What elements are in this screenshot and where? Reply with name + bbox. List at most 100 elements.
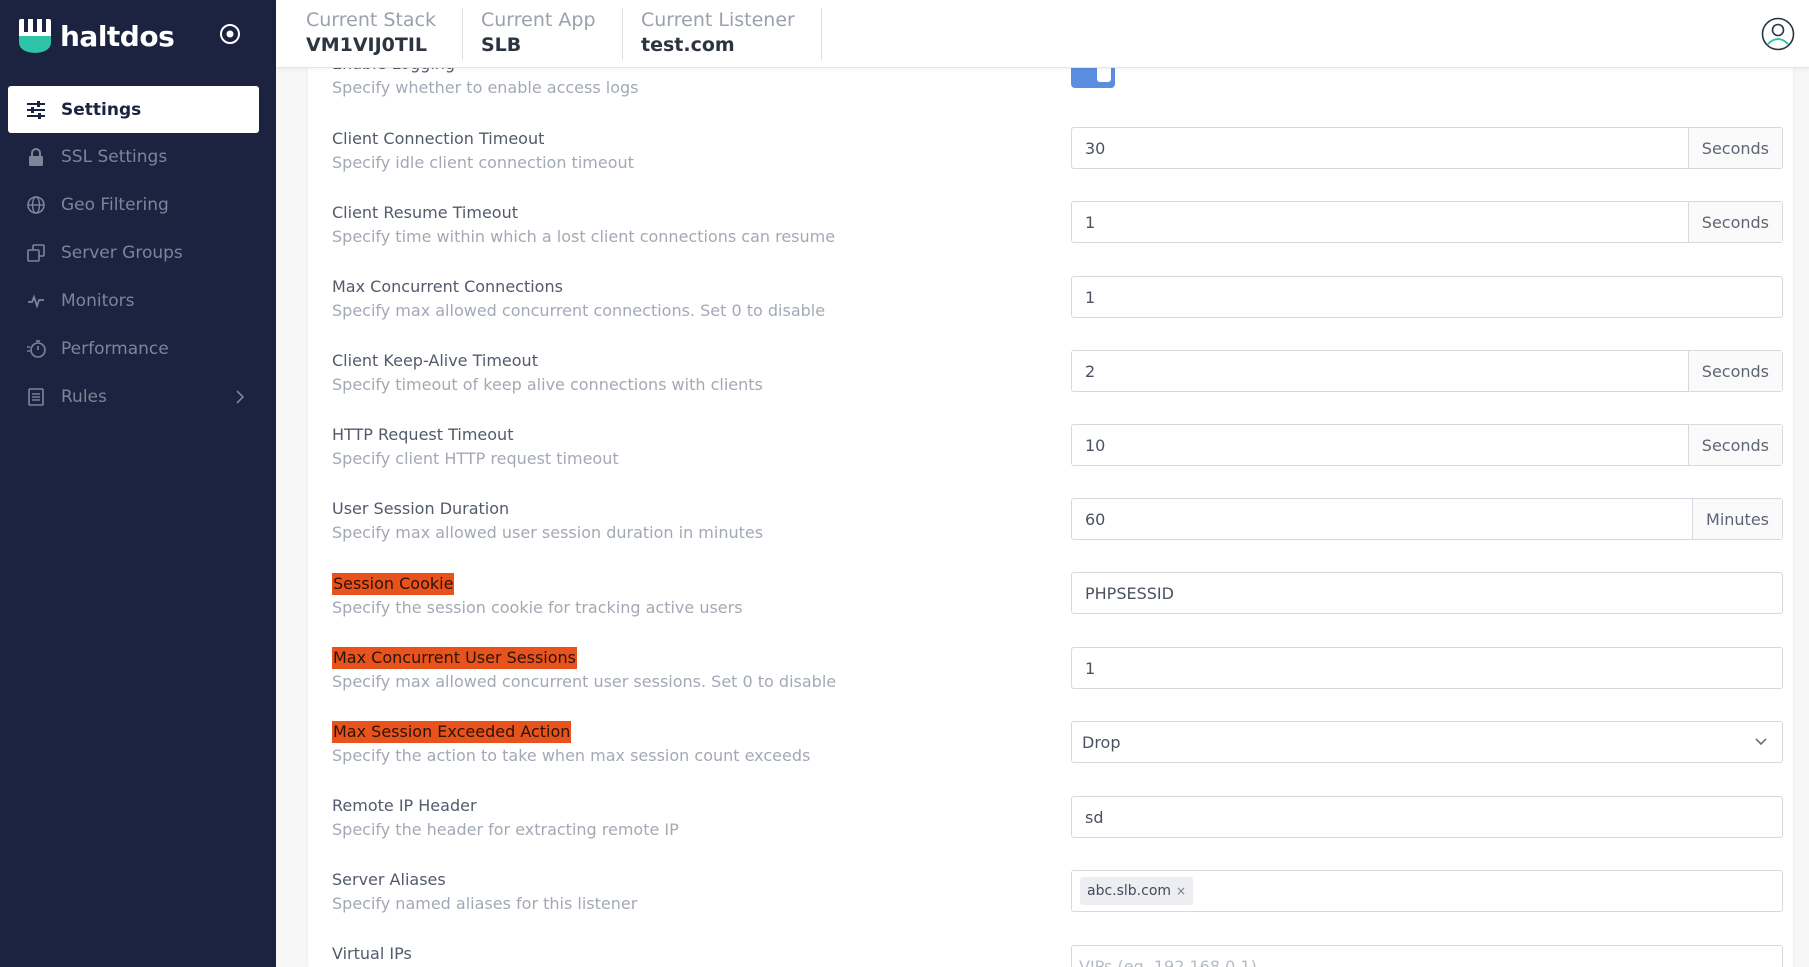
sidebar-item-geo-filtering[interactable]: Geo Filtering (8, 182, 259, 228)
lock-icon (26, 147, 46, 167)
row-desc: Specify named aliases for this listener (332, 894, 638, 913)
current-app-value: SLB (481, 34, 522, 56)
sidebar-item-server-groups[interactable]: Server Groups (8, 230, 259, 276)
unit-addon: Seconds (1687, 425, 1782, 465)
input-value: sd (1085, 807, 1104, 827)
form-row-max-concurrent-connections: Max Concurrent Connections Specify max a… (332, 276, 1783, 336)
user-session-duration-input[interactable]: 60 Minutes (1071, 498, 1783, 540)
brand[interactable]: haltdos (18, 16, 175, 56)
client-keepalive-timeout-input[interactable]: 2 Seconds (1071, 350, 1783, 392)
max-concurrent-user-sessions-input[interactable]: 1 (1071, 647, 1783, 689)
chevron-right-icon (236, 390, 245, 404)
sidebar-item-monitors[interactable]: Monitors (8, 278, 259, 324)
unit-addon: Minutes (1692, 499, 1782, 539)
form-row-remote-ip-header: Remote IP Header Specify the header for … (332, 795, 1783, 855)
client-connection-timeout-input[interactable]: 30 Seconds (1071, 127, 1783, 169)
form-row-client-resume-timeout: Client Resume Timeout Specify time withi… (332, 201, 1783, 262)
topbar: Current Stack VM1VIJ0TIL Current App SLB… (276, 0, 1809, 68)
form-row-max-concurrent-user-sessions: Max Concurrent User Sessions Specify max… (332, 647, 1783, 707)
row-label: Max Concurrent User Sessions (332, 647, 578, 669)
row-desc: Specify timeout of keep alive connection… (332, 375, 763, 394)
max-concurrent-connections-input[interactable]: 1 (1071, 276, 1783, 318)
sidebar-item-label: Server Groups (61, 243, 183, 263)
tag-label: abc.slb.com (1087, 883, 1172, 899)
http-request-timeout-input[interactable]: 10 Seconds (1071, 424, 1783, 466)
row-desc: Specify the session cookie for tracking … (332, 598, 743, 617)
current-listener[interactable]: Current Listener test.com (641, 8, 822, 60)
sidebar-item-label: Geo Filtering (61, 195, 169, 215)
current-app[interactable]: Current App SLB (481, 8, 623, 60)
settings-form: Enable Logging Specify whether to enable… (308, 0, 1793, 967)
target-icon[interactable] (218, 22, 242, 46)
client-resume-timeout-input[interactable]: 1 Seconds (1071, 201, 1783, 243)
input-value: 10 (1085, 435, 1106, 455)
row-desc: Specify max allowed concurrent connectio… (332, 301, 826, 320)
current-listener-value: test.com (641, 34, 735, 56)
current-stack[interactable]: Current Stack VM1VIJ0TIL (306, 8, 464, 60)
row-desc: Specify whether to enable access logs (332, 78, 639, 97)
row-label: Client Connection Timeout (332, 129, 545, 148)
sidebar-item-ssl-settings[interactable]: SSL Settings (8, 134, 259, 180)
select-value: Drop (1082, 732, 1121, 752)
sidebar-item-label: Rules (61, 387, 107, 407)
sidebar-item-performance[interactable]: Performance (8, 326, 259, 372)
form-row-user-session-duration: User Session Duration Specify max allowe… (332, 498, 1783, 558)
current-app-label: Current App (481, 9, 596, 31)
sidebar-item-settings[interactable]: Settings (8, 86, 259, 133)
input-placeholder: VIPs (eg. 192.168.0.1) (1079, 956, 1257, 967)
row-label: Client Keep-Alive Timeout (332, 351, 538, 370)
row-desc: Specify the header for extracting remote… (332, 820, 679, 839)
row-label: Virtual IPs (332, 944, 412, 963)
list-icon (26, 387, 46, 407)
sidebar-nav: Settings SSL Settings Geo Filtering Serv… (8, 86, 259, 422)
form-row-client-connection-timeout: Client Connection Timeout Specify idle c… (332, 127, 1783, 188)
server-aliases-tag-input[interactable]: abc.slb.com × (1071, 870, 1783, 912)
haltdos-logo-icon (19, 19, 51, 53)
form-row-max-session-exceeded-action: Max Session Exceeded Action Specify the … (332, 721, 1783, 781)
form-row-session-cookie: Session Cookie Specify the session cooki… (332, 572, 1783, 633)
remote-ip-header-input[interactable]: sd (1071, 796, 1783, 838)
form-row-client-keepalive-timeout: Client Keep-Alive Timeout Specify timeou… (332, 350, 1783, 410)
row-label: Max Concurrent Connections (332, 277, 563, 296)
sidebar-item-label: Settings (61, 99, 142, 120)
row-label: Session Cookie (332, 573, 455, 595)
session-cookie-input[interactable]: PHPSESSID (1071, 572, 1783, 614)
input-value: 1 (1085, 658, 1096, 678)
current-stack-value: VM1VIJ0TIL (306, 34, 428, 56)
globe-icon (26, 195, 46, 215)
user-avatar-icon[interactable] (1761, 17, 1795, 51)
sidebar-item-rules[interactable]: Rules (8, 374, 259, 420)
row-desc: Specify max allowed user session duratio… (332, 523, 764, 542)
unit-addon: Seconds (1687, 128, 1782, 168)
enable-logging-toggle[interactable] (1071, 68, 1115, 88)
pulse-icon (26, 291, 46, 311)
sidebar: haltdos Settings SSL Settings Geo Filter… (0, 0, 276, 967)
row-label: Client Resume Timeout (332, 203, 518, 222)
row-label: Remote IP Header (332, 796, 477, 815)
sidebar-item-label: Monitors (61, 291, 135, 311)
sidebar-item-label: SSL Settings (61, 147, 168, 167)
current-listener-label: Current Listener (641, 9, 795, 31)
row-label: Server Aliases (332, 870, 446, 889)
tag-remove-icon[interactable]: × (1176, 884, 1186, 898)
input-value: 2 (1085, 361, 1096, 381)
row-label: Max Session Exceeded Action (332, 721, 572, 743)
row-desc: Specify idle client connection timeout (332, 153, 634, 172)
input-value: 30 (1085, 138, 1106, 158)
copy-icon (26, 243, 46, 263)
unit-addon: Seconds (1687, 351, 1782, 391)
sidebar-item-label: Performance (61, 339, 169, 359)
row-desc: Specify max allowed concurrent user sess… (332, 672, 837, 691)
row-desc: Specify time within which a lost client … (332, 227, 836, 246)
row-label: User Session Duration (332, 499, 510, 518)
input-value: 1 (1085, 212, 1096, 232)
virtual-ips-input[interactable]: VIPs (eg. 192.168.0.1) (1071, 945, 1783, 967)
current-stack-label: Current Stack (306, 9, 437, 31)
row-label: HTTP Request Timeout (332, 425, 514, 444)
input-value: 1 (1085, 287, 1096, 307)
stopwatch-icon (26, 339, 46, 359)
alias-tag: abc.slb.com × (1080, 877, 1194, 905)
form-row-server-aliases: Server Aliases Specify named aliases for… (332, 869, 1783, 929)
max-session-exceeded-action-select[interactable]: Drop (1071, 721, 1783, 763)
row-desc: Specify the action to take when max sess… (332, 746, 811, 765)
